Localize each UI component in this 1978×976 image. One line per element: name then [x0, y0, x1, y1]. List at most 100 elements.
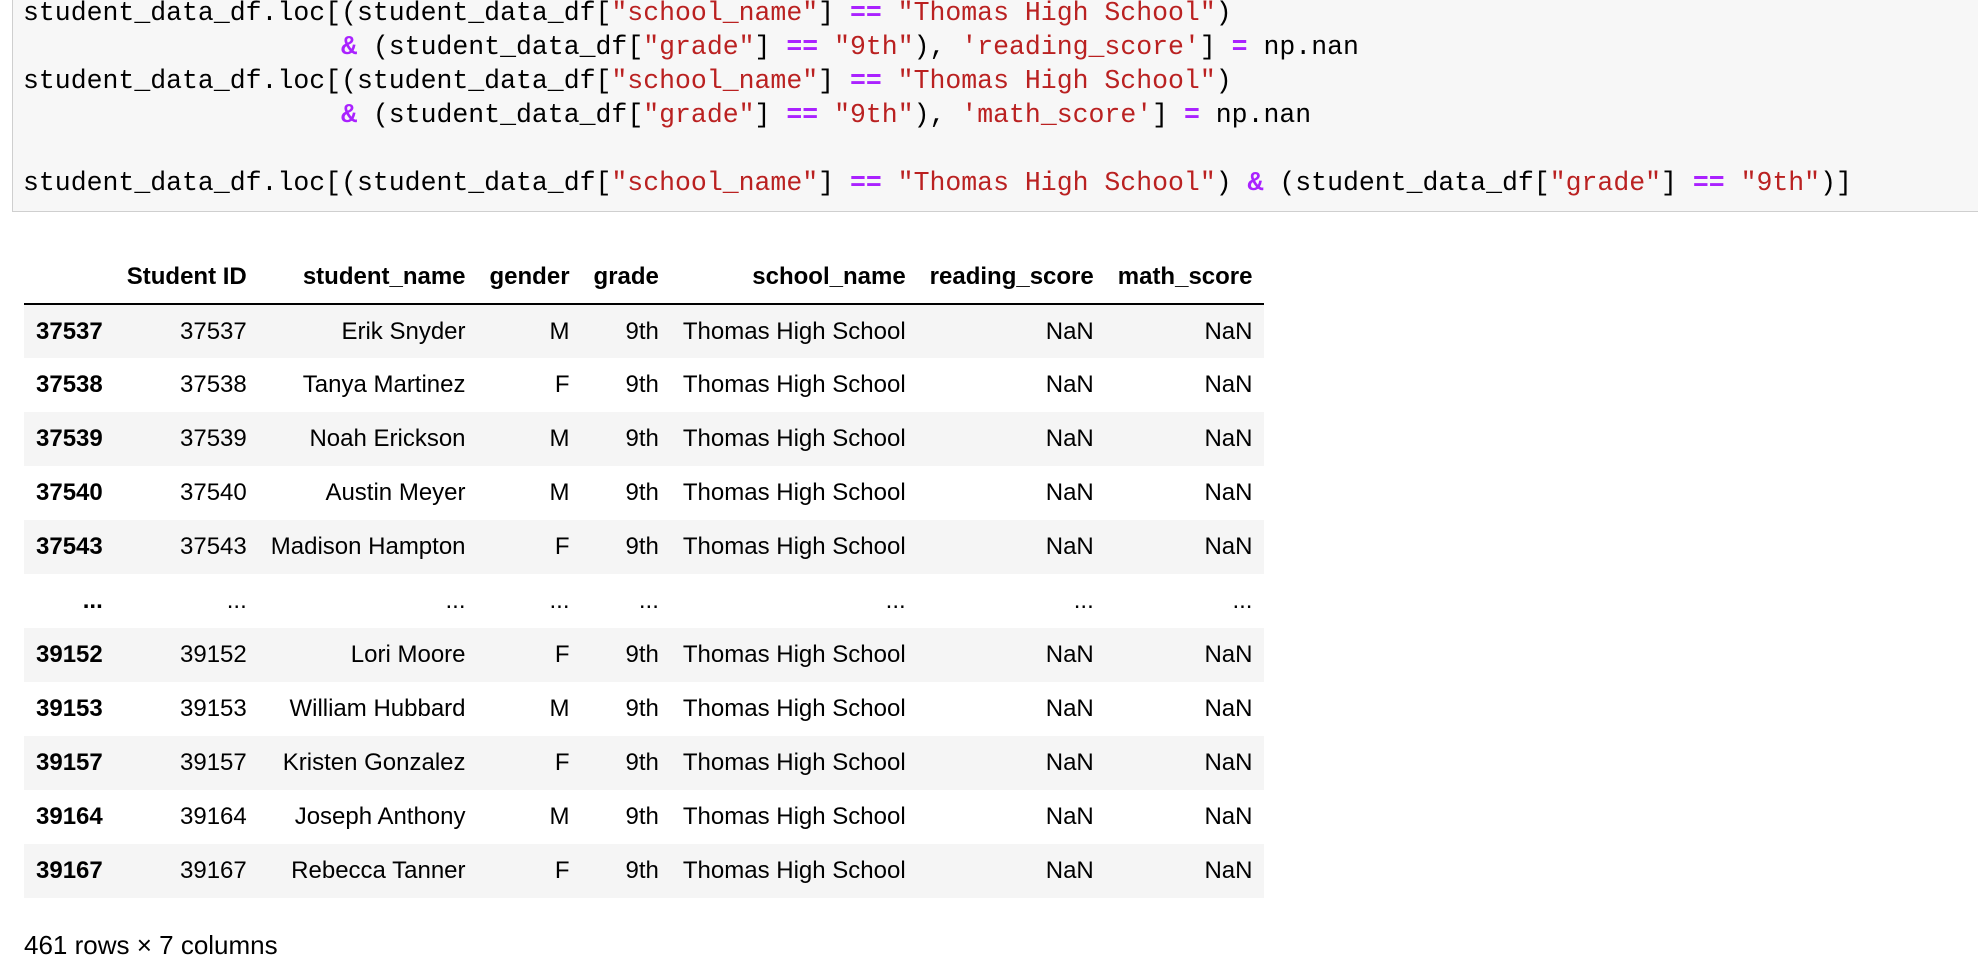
code-token: ): [1215, 66, 1232, 96]
table-cell: ...: [1232, 587, 1253, 614]
table-cell: Madison Hampton: [270, 533, 466, 560]
table-cell: NaN: [1045, 803, 1094, 830]
table-cell: F: [554, 641, 570, 668]
row-index: 39153: [36, 695, 103, 722]
code-string-token: "Thomas High School": [897, 168, 1216, 198]
table-cell: NaN: [1204, 533, 1253, 560]
code-string-token: 'math_score': [961, 100, 1153, 130]
table-cell: NaN: [1045, 695, 1094, 722]
code-token: student_data_df.loc[(student_data_df[: [23, 168, 612, 198]
index-header: [24, 250, 115, 305]
table-row: 39152 39152 Lori Moore F 9th Thomas High Scho…: [24, 628, 1265, 682]
dataframe-shape-summary: 461 rows × 7 columns: [24, 930, 278, 960]
code-token: (student_data_df[: [356, 100, 644, 130]
table-cell: ...: [885, 587, 906, 614]
table-cell: NaN: [1204, 425, 1253, 452]
table-cell: Erik Snyder: [341, 317, 466, 345]
code-token: ]: [818, 66, 850, 96]
table-cell: NaN: [1204, 857, 1253, 884]
table-cell: ...: [549, 587, 570, 614]
table-cell: NaN: [1204, 479, 1253, 506]
code-operator-token: ==: [786, 100, 819, 130]
code-line: & (student_data_df["grade"] == "9th"), '…: [23, 98, 1852, 132]
table-row: 37543 37543 Madison Hampton F 9th Thomas High…: [24, 520, 1265, 574]
row-index: 39164: [36, 803, 103, 830]
table-cell: Noah Erickson: [309, 425, 466, 452]
code-string-token: "Thomas High School": [897, 66, 1216, 96]
table-cell: 9th: [625, 857, 659, 884]
code-token: ),: [913, 32, 962, 62]
column-header: Student ID: [114, 250, 259, 305]
row-index: ...: [82, 587, 103, 614]
table-cell: NaN: [1204, 803, 1253, 830]
row-index: 37537: [36, 317, 103, 345]
table-cell: ...: [1073, 587, 1094, 614]
table-row: 37538 37538 Tanya Martinez F 9th Thomas High …: [24, 358, 1264, 412]
table-cell: Tanya Martinez: [302, 371, 466, 398]
table-row: 39157 39157 Kristen Gonzalez F 9th Thomas Hig…: [24, 736, 1265, 790]
code-line: student_data_df.loc[(student_data_df["sc…: [23, 64, 1852, 98]
column-header: math_score: [1105, 250, 1265, 305]
table-cell: M: [549, 317, 570, 345]
dataframe-table: Student ID student_name gender grade school_…: [24, 250, 1265, 898]
table-cell: NaN: [1045, 749, 1094, 776]
table-row: 39153 39153 William Hubbard M 9th Thomas High…: [24, 682, 1264, 736]
code-string-token: "9th": [1740, 168, 1821, 198]
code-operator-token: =: [1183, 100, 1200, 130]
table-cell: 9th: [625, 803, 659, 830]
code-line: student_data_df.loc[(student_data_df["sc…: [23, 0, 1852, 30]
table-row: 37537 37537 Erik Snyder M 9th Thomas High Sch…: [24, 304, 1265, 358]
table-cell: Thomas High School: [682, 425, 906, 452]
table-cell: F: [554, 857, 570, 884]
table-cell: 37540: [180, 479, 247, 506]
code-token: ]: [754, 32, 787, 62]
table-cell: Thomas High School: [682, 317, 906, 345]
column-header: grade: [581, 250, 671, 305]
code-cell[interactable]: student_data_df.loc[(student_data_df["sc…: [12, 0, 1978, 212]
table-cell: 9th: [625, 641, 659, 668]
code-operator-token: =: [1231, 32, 1248, 62]
table-cell: 9th: [625, 479, 659, 506]
table-cell: 37537: [180, 317, 247, 345]
table-cell: Thomas High School: [682, 533, 906, 560]
table-cell: Thomas High School: [682, 803, 906, 830]
table-cell: 9th: [625, 533, 659, 560]
code-token: ]: [1152, 100, 1184, 130]
code-string-token: "school_name": [611, 168, 819, 198]
code-operator-token: ==: [849, 168, 882, 198]
code-token: ): [1215, 0, 1232, 28]
table-cell: 39167: [180, 857, 247, 884]
table-cell: Austin Meyer: [325, 479, 466, 506]
table-cell: Kristen Gonzalez: [282, 749, 466, 776]
code-operator-token: ==: [786, 32, 819, 62]
table-cell: 39164: [180, 803, 247, 830]
code-token: ]: [818, 0, 850, 28]
code-editor[interactable]: student_data_df.loc[(student_data_df["sc…: [23, 0, 1852, 200]
table-cell: Thomas High School: [682, 695, 906, 722]
row-index: 39167: [36, 857, 103, 884]
table-cell: NaN: [1204, 371, 1253, 398]
table-cell: NaN: [1045, 425, 1094, 452]
table-cell: NaN: [1204, 749, 1253, 776]
table-cell: Thomas High School: [682, 641, 906, 668]
row-index: 37539: [36, 425, 103, 452]
row-index: 37543: [36, 533, 103, 560]
code-string-token: "grade": [1549, 168, 1662, 198]
code-operator-token: ==: [1692, 168, 1725, 198]
table-cell: F: [554, 533, 570, 560]
row-index: 37540: [36, 479, 103, 506]
table-cell: F: [554, 371, 570, 398]
code-token: student_data_df.loc[(student_data_df[: [23, 66, 612, 96]
table-cell: ...: [445, 587, 466, 614]
table-cell: M: [549, 695, 570, 722]
table-cell: Rebecca Tanner: [291, 857, 466, 884]
table-cell: 9th: [625, 371, 659, 398]
code-token: np.nan: [1199, 100, 1312, 130]
table-cell: 9th: [625, 749, 659, 776]
